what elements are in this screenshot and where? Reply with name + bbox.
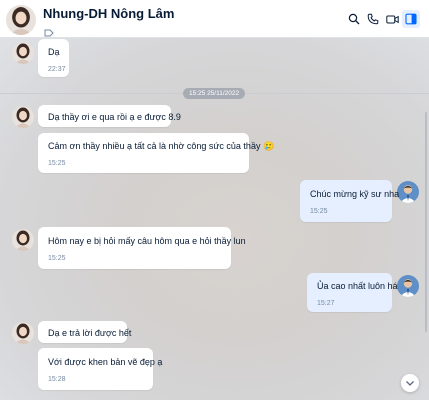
message-text: Với được khen bản vẽ đẹp ạ	[48, 357, 163, 367]
message-text: Dạ	[48, 47, 60, 57]
message-bubble[interactable]: Dạ e trả lời được hết	[38, 321, 132, 343]
search-icon[interactable]	[345, 10, 363, 28]
message-time: 15:25	[310, 208, 328, 215]
message-text: Dạ thầy ơi e qua rồi ạ e được 8.9	[48, 112, 181, 122]
message-text: Chúc mừng kỹ sư nha	[310, 189, 400, 199]
message-bubble[interactable]: Cảm ơn thầy nhiều ạ tất cả là nhờ công s…	[38, 133, 275, 173]
message-bubble[interactable]: Dạ thầy ơi e qua rồi ạ e được 8.9	[38, 105, 181, 127]
video-call-icon[interactable]	[383, 10, 401, 28]
message-time: 22:37	[48, 66, 66, 73]
message-time: 15:28	[48, 376, 66, 383]
contact-avatar[interactable]	[6, 5, 36, 35]
message-time: 15:25	[48, 160, 66, 167]
phone-icon[interactable]	[364, 10, 382, 28]
date-separator: 15:25 25/11/2022	[0, 88, 429, 99]
message-bubble[interactable]: Dạ 22:37	[38, 39, 69, 77]
chevron-down-icon	[406, 381, 414, 386]
message-text: Hôm nay e bị hỏi mấy câu hôm qua e hỏi t…	[48, 236, 246, 246]
my-message-bubble[interactable]: Ủa cao nhất luôn há 15:27	[307, 273, 398, 312]
my-message-bubble[interactable]: Chúc mừng kỹ sư nha 15:25	[300, 180, 400, 222]
message-text: Cảm ơn thầy nhiều ạ tất cả là nhờ công s…	[48, 141, 275, 151]
message-bubble[interactable]: Với được khen bản vẽ đẹp ạ 15:28	[38, 348, 163, 390]
contact-avatar[interactable]	[12, 322, 34, 344]
date-separator-label: 15:25 25/11/2022	[183, 88, 246, 99]
sidebar-toggle-icon[interactable]	[402, 10, 420, 28]
message-time: 15:27	[317, 300, 335, 307]
message-bubble[interactable]: Hôm nay e bị hỏi mấy câu hôm qua e hỏi t…	[38, 227, 246, 269]
contact-avatar[interactable]	[12, 229, 34, 251]
scroll-to-bottom-button[interactable]	[401, 374, 419, 392]
contact-avatar[interactable]	[12, 106, 34, 128]
message-time: 15:25	[48, 255, 66, 262]
scrollbar[interactable]	[424, 112, 428, 332]
message-list[interactable]: Dạ 22:37 15:25 25/11/2022 Dạ thầy ơi e q…	[0, 38, 429, 400]
chat-header: Nhung-DH Nông Lâm	[0, 0, 429, 38]
contact-avatar[interactable]	[12, 42, 34, 64]
message-text: Dạ e trả lời được hết	[48, 328, 132, 338]
contact-name[interactable]: Nhung-DH Nông Lâm	[43, 6, 174, 21]
my-avatar[interactable]	[397, 181, 419, 203]
message-text: Ủa cao nhất luôn há	[317, 281, 398, 291]
my-avatar[interactable]	[397, 275, 419, 297]
